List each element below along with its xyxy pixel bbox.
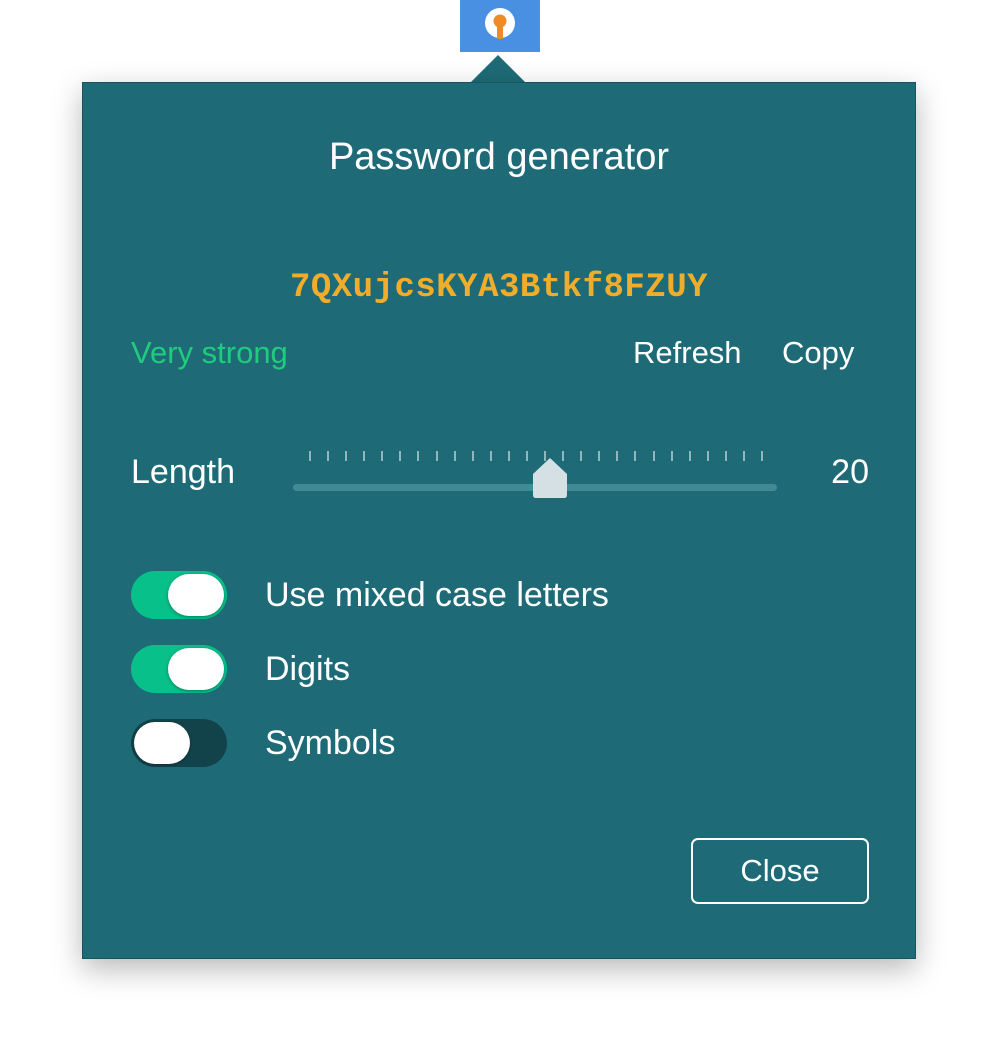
keyhole-icon [482,6,518,46]
slider-tick [435,451,438,461]
popover-title: Password generator [328,136,670,178]
slider-tick [688,451,691,461]
option-digits: Digits [131,645,350,693]
symbols-label: Symbols [265,723,396,762]
length-label: Length [131,453,235,491]
popover-arrow [470,55,526,83]
mixed-case-label: Use mixed case letters [265,575,609,614]
length-slider[interactable] [293,449,777,499]
toggle-knob [134,722,190,764]
refresh-button[interactable]: Refresh [633,335,742,371]
slider-tick [742,451,745,461]
slider-tick [616,451,619,461]
close-button[interactable]: Close [691,838,869,904]
tray-icon-button[interactable] [460,0,540,52]
slider-tick [580,451,583,461]
digits-label: Digits [265,649,351,688]
slider-tick [598,451,601,461]
slider-tick [634,451,637,461]
symbols-toggle[interactable] [131,719,227,767]
slider-tick [652,451,655,461]
toggle-knob [168,574,224,616]
mixed-case-toggle[interactable] [131,571,227,619]
slider-tick [471,451,474,461]
slider-tick [507,451,510,461]
slider-tick [453,451,456,461]
slider-tick [363,451,366,461]
slider-tick [381,451,384,461]
strength-indicator: Very strong [131,335,288,370]
slider-tick [706,451,709,461]
slider-tick [399,451,402,461]
slider-thumb[interactable] [532,457,568,499]
slider-tick [417,451,420,461]
option-symbols: Symbols [131,719,395,767]
option-mixed-case: Use mixed case letters [131,571,609,619]
slider-tick [345,451,348,461]
slider-tick [670,451,673,461]
slider-tick [327,451,330,461]
digits-toggle[interactable] [131,645,227,693]
slider-tick [525,451,528,461]
length-value: 20 [831,453,869,491]
copy-button[interactable]: Copy [782,335,854,371]
slider-tick [309,451,311,461]
toggle-knob [168,648,224,690]
password-generator-popover: Password generator 7QXujcsKYA3Btkf8FZUY … [82,82,916,959]
generated-password: 7QXujcsKYA3Btkf8FZUY [289,269,709,307]
slider-tick [761,451,763,461]
slider-tick [489,451,492,461]
slider-tick [724,451,727,461]
